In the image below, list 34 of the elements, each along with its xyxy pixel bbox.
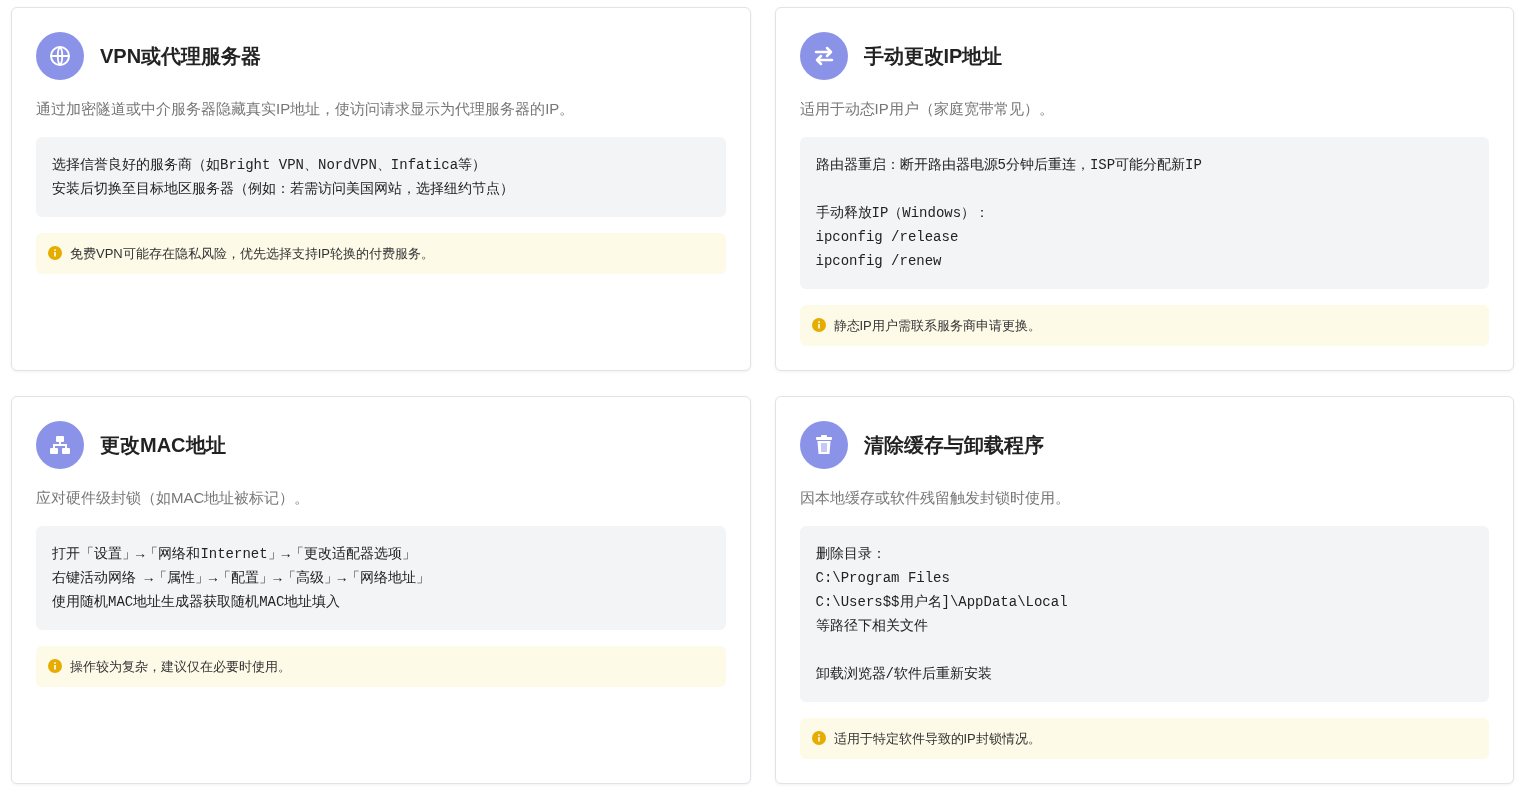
info-icon [811, 318, 826, 333]
code-line: ipconfig /renew [815, 251, 943, 271]
note-text: 免费VPN可能存在隐私风险，优先选择支持IP轮换的付费服务。 [70, 244, 434, 263]
note-text: 适用于特定软件导致的IP封锁情况。 [833, 729, 1041, 748]
code-line: 手动释放IP（Windows）： [815, 203, 991, 223]
code-line: C:\Users$$用户名]\AppData\Local [815, 592, 1069, 612]
globe-icon [36, 32, 84, 80]
info-icon [48, 246, 62, 261]
network-icon [36, 421, 84, 469]
swap-icon [799, 32, 848, 80]
code-line: 等路径下相关文件 [815, 616, 929, 636]
code-line: C:\Program Files [815, 568, 951, 588]
card-title: 更改MAC地址 [100, 433, 226, 458]
info-icon [811, 731, 826, 746]
code-line: 安装后切换至目标地区服务器（例如：若需访问美国网站，选择纽约节点） [52, 179, 515, 199]
code-line: 使用随机MAC地址生成器获取随机MAC地址填入 [52, 592, 342, 612]
card-title: VPN或代理服务器 [100, 44, 262, 69]
code-line: 删除目录： [815, 544, 887, 564]
code-line: 打开「设置」→「网络和Internet」→「更改适配器选项」 [52, 544, 417, 564]
code-line: 右键活动网络 →「属性」→「配置」→「高级」→「网络地址」 [52, 568, 431, 588]
info-icon [48, 659, 62, 674]
card-description: 通过加密隧道或中介服务器隐藏真实IP地址，使访问请求显示为代理服务器的IP。 [36, 99, 576, 119]
card-description: 应对硬件级封锁（如MAC地址被标记）。 [36, 488, 311, 508]
code-line: ipconfig /release [815, 227, 960, 247]
code-line: 选择信誉良好的服务商（如Bright VPN、NordVPN、Infatica等） [52, 155, 488, 175]
trash-icon [799, 421, 848, 469]
card-title: 手动更改IP地址 [863, 44, 1003, 69]
card-description: 适用于动态IP用户（家庭宽带常见）。 [799, 99, 1055, 119]
card-description: 因本地缓存或软件残留触发封锁时使用。 [799, 488, 1071, 508]
note-text: 静态IP用户需联系服务商申请更换。 [833, 316, 1041, 335]
code-line: 路由器重启：断开路由器电源5分钟后重连，ISP可能分配新IP [815, 155, 1203, 175]
code-line: 卸载浏览器/软件后重新安装 [815, 664, 993, 684]
note-text: 操作较为复杂，建议仅在必要时使用。 [70, 657, 291, 676]
card-title: 清除缓存与卸载程序 [863, 433, 1044, 458]
